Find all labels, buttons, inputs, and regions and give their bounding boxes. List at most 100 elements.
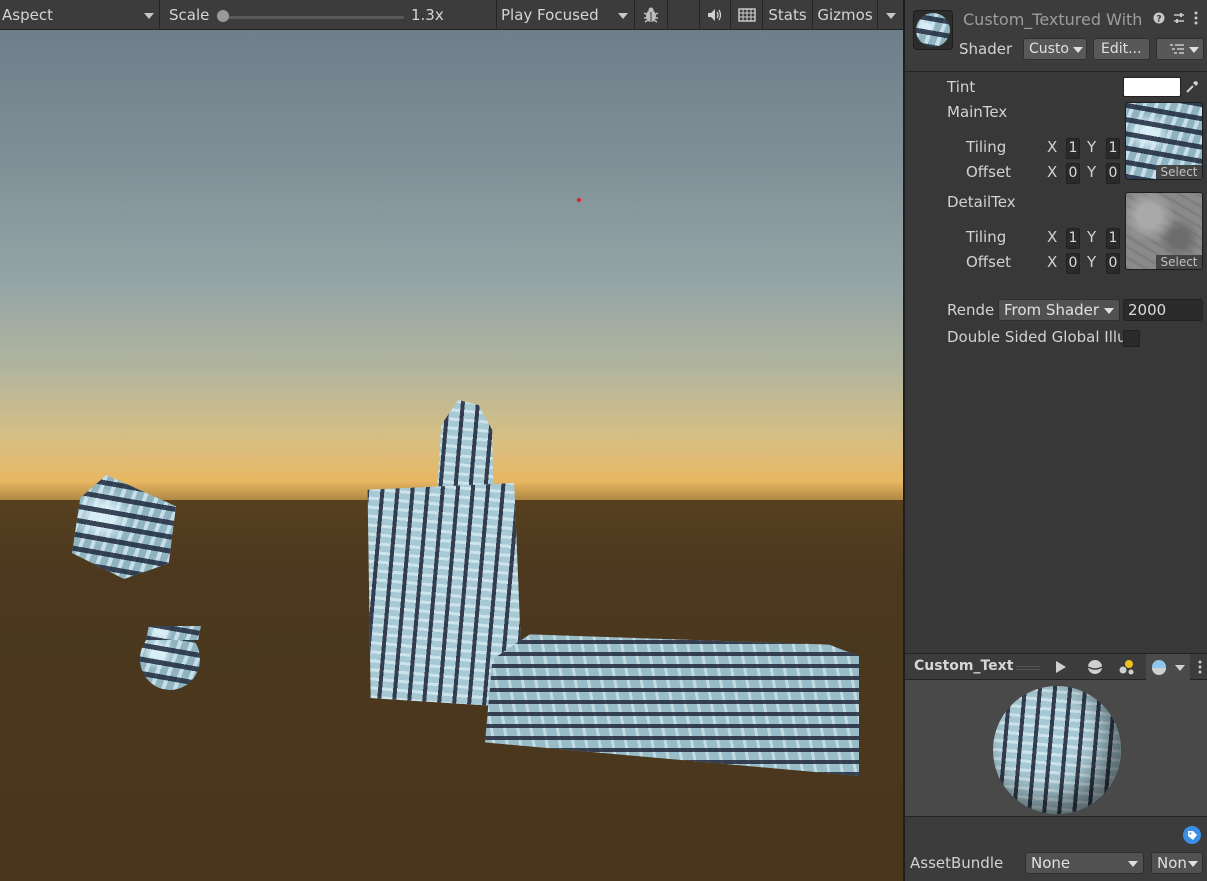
tag-icon bbox=[1187, 830, 1197, 840]
maintex-label: MainTex bbox=[947, 103, 1008, 121]
stats-label: Stats bbox=[768, 6, 807, 24]
game-viewport[interactable] bbox=[0, 30, 903, 881]
lights-icon[interactable] bbox=[1118, 658, 1136, 676]
inspector-header: Custom_Textured With ? Shader Custo Edit… bbox=[905, 0, 1207, 72]
crosshair-dot bbox=[577, 198, 581, 202]
material-thumbnail-ball bbox=[916, 13, 950, 47]
chevron-down-icon bbox=[1188, 861, 1198, 867]
list-icon bbox=[1170, 44, 1184, 54]
preset-sliders-icon[interactable] bbox=[1173, 12, 1185, 24]
mute-audio-button[interactable] bbox=[700, 0, 731, 30]
render-queue-value-field[interactable]: 2000 bbox=[1123, 299, 1203, 321]
maintex-offset-y-field[interactable]: 0 bbox=[1106, 163, 1120, 184]
detailtex-offset-label: Offset bbox=[966, 253, 1012, 271]
more-options-icon[interactable] bbox=[1194, 11, 1198, 25]
detailtex-label: DetailTex bbox=[947, 193, 1016, 211]
asset-bundle-variant-dropdown[interactable]: Non bbox=[1151, 852, 1203, 874]
chevron-down-icon bbox=[144, 13, 154, 19]
asset-bundle-variant-value: Non bbox=[1157, 854, 1187, 872]
background-dropdown[interactable] bbox=[1146, 654, 1190, 680]
detailtex-offset-x-label: X bbox=[1047, 253, 1058, 271]
play-focused-label: Play Focused bbox=[501, 6, 599, 24]
scale-slider-track[interactable] bbox=[222, 16, 404, 19]
svg-text:?: ? bbox=[1156, 15, 1161, 25]
sphere-cap bbox=[145, 626, 201, 640]
aspect-label: Aspect bbox=[2, 6, 53, 24]
game-view: Aspect Scale 1.3x Play Focused Stats Giz… bbox=[0, 0, 903, 881]
maintex-offset-x-label: X bbox=[1047, 163, 1058, 181]
toolbar-spacer bbox=[668, 0, 700, 30]
detailtex-tiling-x-label: X bbox=[1047, 228, 1058, 246]
grid-button[interactable] bbox=[731, 0, 763, 30]
preview-drag-handle[interactable] bbox=[1016, 666, 1040, 667]
chevron-down-icon bbox=[1128, 861, 1138, 867]
maintex-tiling-x-field[interactable]: 1 bbox=[1066, 138, 1080, 159]
sphere-mesh-icon[interactable] bbox=[1087, 659, 1103, 675]
inspector-panel: Custom_Textured With ? Shader Custo Edit… bbox=[903, 0, 1207, 881]
double-sided-gi-checkbox[interactable] bbox=[1123, 330, 1140, 347]
detailtex-tiling-x-field[interactable]: 1 bbox=[1066, 228, 1080, 249]
speaker-icon bbox=[708, 9, 722, 21]
detailtex-tiling-y-field[interactable]: 1 bbox=[1106, 228, 1120, 249]
chevron-down-icon bbox=[618, 13, 628, 19]
maintex-tiling-label: Tiling bbox=[966, 138, 1007, 156]
preview-toolbar: Custom_Text bbox=[905, 653, 1207, 680]
asset-bundle-label: AssetBundle bbox=[910, 854, 1004, 872]
detailtex-offset-y-field[interactable]: 0 bbox=[1106, 253, 1120, 274]
bug-icon bbox=[643, 7, 659, 23]
keyboard-grid-icon bbox=[737, 8, 756, 22]
maintex-tiling-x-label: X bbox=[1047, 138, 1058, 156]
detailtex-select-button[interactable]: Select bbox=[1156, 255, 1202, 269]
eyedropper-icon[interactable] bbox=[1185, 80, 1199, 94]
material-title: Custom_Textured With bbox=[963, 10, 1143, 29]
shader-dropdown[interactable]: Custo bbox=[1023, 38, 1087, 60]
render-queue-dropdown[interactable]: From Shader bbox=[998, 299, 1120, 321]
preview-more-icon[interactable] bbox=[1198, 660, 1202, 674]
maintex-slot[interactable]: Select bbox=[1125, 102, 1203, 180]
bug-button[interactable] bbox=[635, 0, 668, 30]
detailtex-tiling-label: Tiling bbox=[966, 228, 1007, 246]
scale-value: 1.3x bbox=[411, 6, 444, 24]
chevron-down-icon bbox=[1073, 47, 1083, 53]
asset-labels-button[interactable] bbox=[1183, 826, 1201, 844]
gizmos-button[interactable]: Gizmos bbox=[813, 0, 878, 30]
maintex-tiling-y-field[interactable]: 1 bbox=[1106, 138, 1120, 159]
stats-button[interactable]: Stats bbox=[763, 0, 813, 30]
material-preview[interactable] bbox=[905, 680, 1207, 817]
play-focused-dropdown[interactable]: Play Focused bbox=[497, 0, 635, 30]
double-sided-gi-label: Double Sided Global Illu bbox=[947, 328, 1127, 346]
gizmos-label: Gizmos bbox=[817, 6, 873, 24]
play-icon[interactable] bbox=[1055, 660, 1067, 674]
maintex-tiling-y-label: Y bbox=[1087, 138, 1097, 156]
edit-button-label: Edit... bbox=[1101, 41, 1142, 57]
asset-bundle-name-dropdown[interactable]: None bbox=[1025, 852, 1144, 874]
detailtex-offset-x-field[interactable]: 0 bbox=[1066, 253, 1080, 274]
shader-options-dropdown[interactable] bbox=[1156, 38, 1204, 60]
material-thumbnail bbox=[913, 10, 953, 50]
maintex-offset-x-field[interactable]: 0 bbox=[1066, 163, 1080, 184]
edit-shader-button[interactable]: Edit... bbox=[1093, 38, 1150, 60]
preview-title: Custom_Text bbox=[914, 658, 1014, 674]
detailtex-slot[interactable]: Select bbox=[1125, 192, 1203, 270]
render-queue-label: Rende bbox=[947, 301, 995, 319]
chevron-down-icon bbox=[1175, 665, 1185, 671]
maintex-select-button[interactable]: Select bbox=[1156, 165, 1202, 179]
asset-bundle-section: AssetBundle None Non bbox=[905, 817, 1207, 881]
asset-bundle-name-value: None bbox=[1031, 854, 1071, 872]
chevron-down-icon bbox=[1189, 47, 1199, 53]
aspect-dropdown[interactable]: Aspect bbox=[0, 0, 160, 30]
scale-slider-handle[interactable] bbox=[217, 10, 229, 22]
detailtex-offset-y-label: Y bbox=[1087, 253, 1097, 271]
skybox-icon bbox=[1152, 660, 1166, 675]
tint-color-swatch[interactable] bbox=[1123, 77, 1181, 97]
scale-label: Scale bbox=[169, 6, 210, 24]
gizmos-dropdown[interactable] bbox=[878, 0, 903, 30]
render-queue-mode: From Shader bbox=[1004, 301, 1100, 319]
scale-control[interactable]: Scale 1.3x bbox=[160, 0, 497, 30]
preview-sphere bbox=[993, 686, 1121, 814]
help-icon[interactable]: ? bbox=[1153, 12, 1165, 24]
maintex-offset-label: Offset bbox=[966, 163, 1012, 181]
game-toolbar: Aspect Scale 1.3x Play Focused Stats Giz… bbox=[0, 0, 903, 30]
chevron-down-icon bbox=[1104, 308, 1114, 314]
chevron-down-icon bbox=[886, 13, 896, 19]
